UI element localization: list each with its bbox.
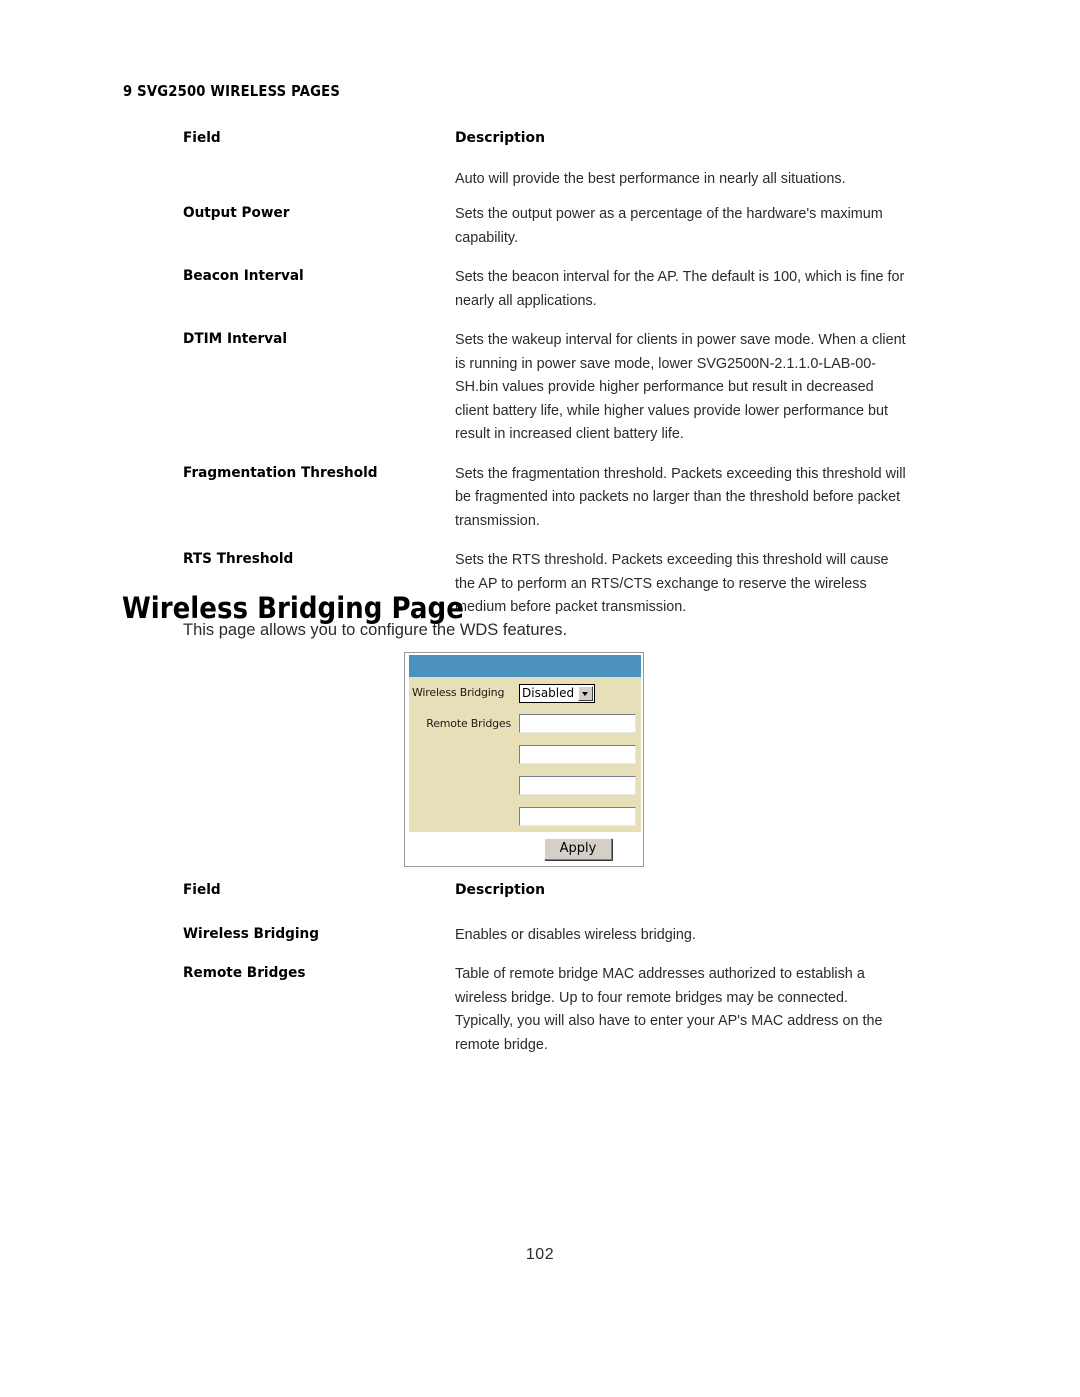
router-settings-table: Wireless Bridging Disabled Remote Bridge… [409,677,641,864]
field-description: Sets the fragmentation threshold. Packet… [455,464,906,529]
wireless-bridging-screenshot: Wireless Bridging Disabled Remote Bridge… [404,652,644,867]
column-header-description: Description [455,130,546,146]
table-row: Auto will provide the best performance i… [183,167,928,191]
field-description: Sets the output power as a percentage of… [455,205,883,246]
field-description: Auto will provide the best performance i… [455,169,846,187]
router-label-empty [409,739,515,770]
router-label-empty [409,770,515,801]
column-header-field: Field [183,882,221,898]
wireless-bridging-select[interactable]: Disabled [519,684,596,703]
wireless-bridging-fields-table: Field Description Wireless Bridging Enab… [183,879,928,1072]
column-header-description: Description [455,882,546,898]
field-name: Wireless Bridging [183,925,319,942]
field-description: Enables or disables wireless bridging. [455,925,696,943]
table-row: Wireless Bridging Enables or disables wi… [183,923,928,947]
field-name: Remote Bridges [183,965,306,981]
field-description: Sets the wakeup interval for clients in … [455,331,906,442]
remote-bridge-input-2[interactable] [519,745,636,764]
field-name: RTS Threshold [183,551,294,567]
router-titlebar [409,655,641,677]
field-name: DTIM Interval [183,331,288,347]
router-row-remote-bridge-1: Remote Bridges [409,708,641,739]
field-name: Output Power [183,205,290,221]
router-row-remote-bridge-3 [409,770,641,801]
table-header-row: Field Description [183,127,928,151]
column-header-field: Field [183,130,221,146]
table-row: DTIM Interval Sets the wakeup interval f… [183,328,928,446]
chevron-down-icon[interactable] [578,686,594,701]
running-head: 9 SVG2500 WIRELESS PAGES [123,82,341,100]
router-row-remote-bridge-2 [409,739,641,770]
apply-button[interactable]: Apply [544,837,612,860]
table-row: Output Power Sets the output power as a … [183,202,928,249]
remote-bridge-input-1[interactable] [519,714,636,733]
router-label-empty [409,801,515,832]
intro-paragraph: This page allows you to configure the WD… [183,620,568,639]
remote-bridge-input-3[interactable] [519,776,636,795]
field-description: Sets the beacon interval for the AP. The… [455,268,905,309]
wireless-parameters-table: Field Description Auto will provide the … [183,127,928,635]
router-apply-cell: Apply [515,832,641,864]
router-control-cell [515,770,641,801]
router-row-remote-bridge-4 [409,801,641,832]
router-row-apply: Apply [409,832,641,864]
wireless-bridging-select-value: Disabled [522,686,575,700]
router-form-panel: Wireless Bridging Disabled Remote Bridge… [409,655,641,865]
field-name: Fragmentation Threshold [183,464,378,481]
page-number: 102 [525,1246,555,1263]
remote-bridge-input-4[interactable] [519,807,636,826]
router-label-wireless-bridging: Wireless Bridging [409,677,515,708]
table-row: Beacon Interval Sets the beacon interval… [183,265,928,312]
field-description: Sets the RTS threshold. Packets exceedin… [455,551,889,615]
router-control-cell [515,801,641,832]
table-header-row: Field Description [183,879,928,903]
router-control-cell: Disabled [515,677,641,708]
router-control-cell [515,708,641,739]
field-description: Table of remote bridge MAC addresses aut… [455,965,883,1053]
router-label-remote-bridges: Remote Bridges [409,708,515,739]
table-row: Fragmentation Threshold Sets the fragmen… [183,462,928,533]
router-apply-spacer [409,832,515,864]
router-control-cell [515,739,641,770]
document-page: 9 SVG2500 WIRELESS PAGES Field Descripti… [0,0,1080,1397]
table-row: Remote Bridges Table of remote bridge MA… [183,962,928,1056]
router-row-wireless-bridging: Wireless Bridging Disabled [409,677,641,708]
field-name: Beacon Interval [183,268,304,284]
